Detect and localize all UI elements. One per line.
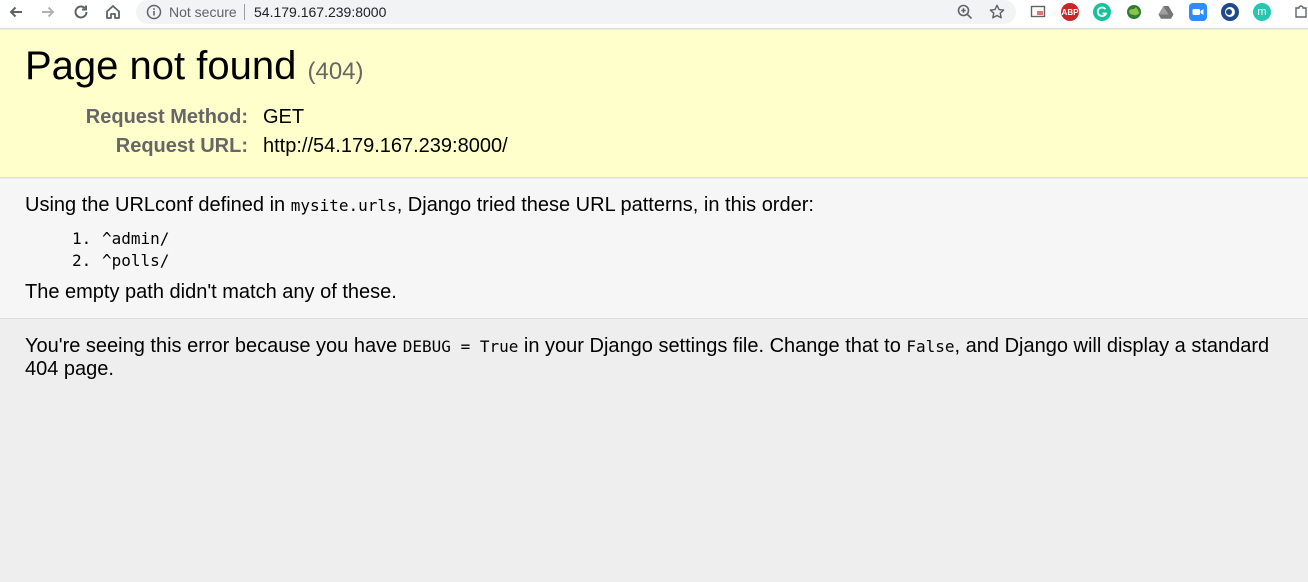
adblock-plus-icon[interactable]: ABP (1061, 3, 1079, 21)
browser-toolbar: Not secure 54.179.167.239:8000 ABP m (0, 0, 1308, 29)
puzzle-icon[interactable] (1292, 3, 1308, 21)
list-item: 1. ^admin/ (72, 228, 169, 250)
arrow-left-icon (9, 6, 22, 18)
url-text[interactable]: 54.179.167.239:8000 (254, 4, 386, 20)
intro-prefix: Using the URLconf defined in (25, 194, 291, 216)
debug-setting-code: DEBUG = True (402, 337, 519, 356)
page-title-text: Page not found (25, 44, 297, 88)
grammarly-icon[interactable] (1093, 3, 1111, 21)
explanation-text: You're seeing this error because you hav… (25, 335, 1290, 381)
request-url-row: Request URL: http://54.179.167.239:8000/ (25, 135, 508, 164)
explanation-part2: in your Django settings file. Change tha… (518, 335, 907, 357)
back-button[interactable] (4, 0, 28, 24)
pattern-text: ^polls/ (102, 251, 170, 270)
urlconf-name: mysite.urls (290, 196, 397, 215)
request-method-label: Request Method: (85, 106, 248, 128)
omnibox-divider (244, 4, 245, 20)
star-icon[interactable] (988, 3, 1006, 21)
address-bar[interactable]: Not secure 54.179.167.239:8000 (136, 0, 1016, 24)
cast-icon[interactable] (1029, 3, 1047, 21)
home-button[interactable] (101, 0, 125, 24)
false-code: False (906, 337, 955, 356)
no-match-message: The empty path didn't match any of these… (25, 281, 397, 303)
info-icon[interactable] (145, 3, 163, 21)
security-status[interactable]: Not secure (169, 4, 237, 20)
status-code: (404) (307, 58, 364, 85)
urlconf-intro: Using the URLconf defined in mysite.urls… (25, 194, 814, 217)
list-item: 2. ^polls/ (72, 250, 169, 272)
forward-button[interactable] (36, 0, 60, 24)
intro-suffix: , Django tried these URL patterns, in th… (396, 194, 814, 216)
request-meta-table: Request Method: GET Request URL: http://… (25, 106, 508, 164)
zoom-app-icon[interactable] (1189, 3, 1207, 21)
debug-explanation: You're seeing this error because you hav… (0, 320, 1308, 582)
pattern-number: 2. (72, 251, 92, 270)
request-method-row: Request Method: GET (25, 106, 508, 135)
reload-button[interactable] (69, 0, 93, 24)
pattern-number: 1. (72, 229, 92, 248)
translate-globe-icon[interactable] (1125, 3, 1143, 21)
pattern-text: ^admin/ (102, 229, 170, 248)
circle-extension-icon[interactable] (1221, 3, 1239, 21)
request-url-label: Request URL: (115, 135, 248, 157)
url-pattern-list: 1. ^admin/ 2. ^polls/ (72, 228, 169, 272)
arrow-right-icon (42, 6, 55, 18)
request-method-value: GET (263, 106, 305, 128)
m-extension-icon[interactable]: m (1253, 3, 1271, 21)
error-summary: Page not found (404) Request Method: GET… (0, 30, 1308, 178)
home-icon (106, 5, 120, 19)
url-patterns-info: Using the URLconf defined in mysite.urls… (0, 179, 1308, 319)
explanation-part1: You're seeing this error because you hav… (25, 335, 403, 357)
google-drive-icon[interactable] (1157, 3, 1175, 21)
request-url-value: http://54.179.167.239:8000/ (263, 135, 508, 157)
page-title: Page not found (404) (25, 44, 364, 89)
zoom-icon[interactable] (956, 3, 974, 21)
reload-icon (74, 5, 88, 19)
